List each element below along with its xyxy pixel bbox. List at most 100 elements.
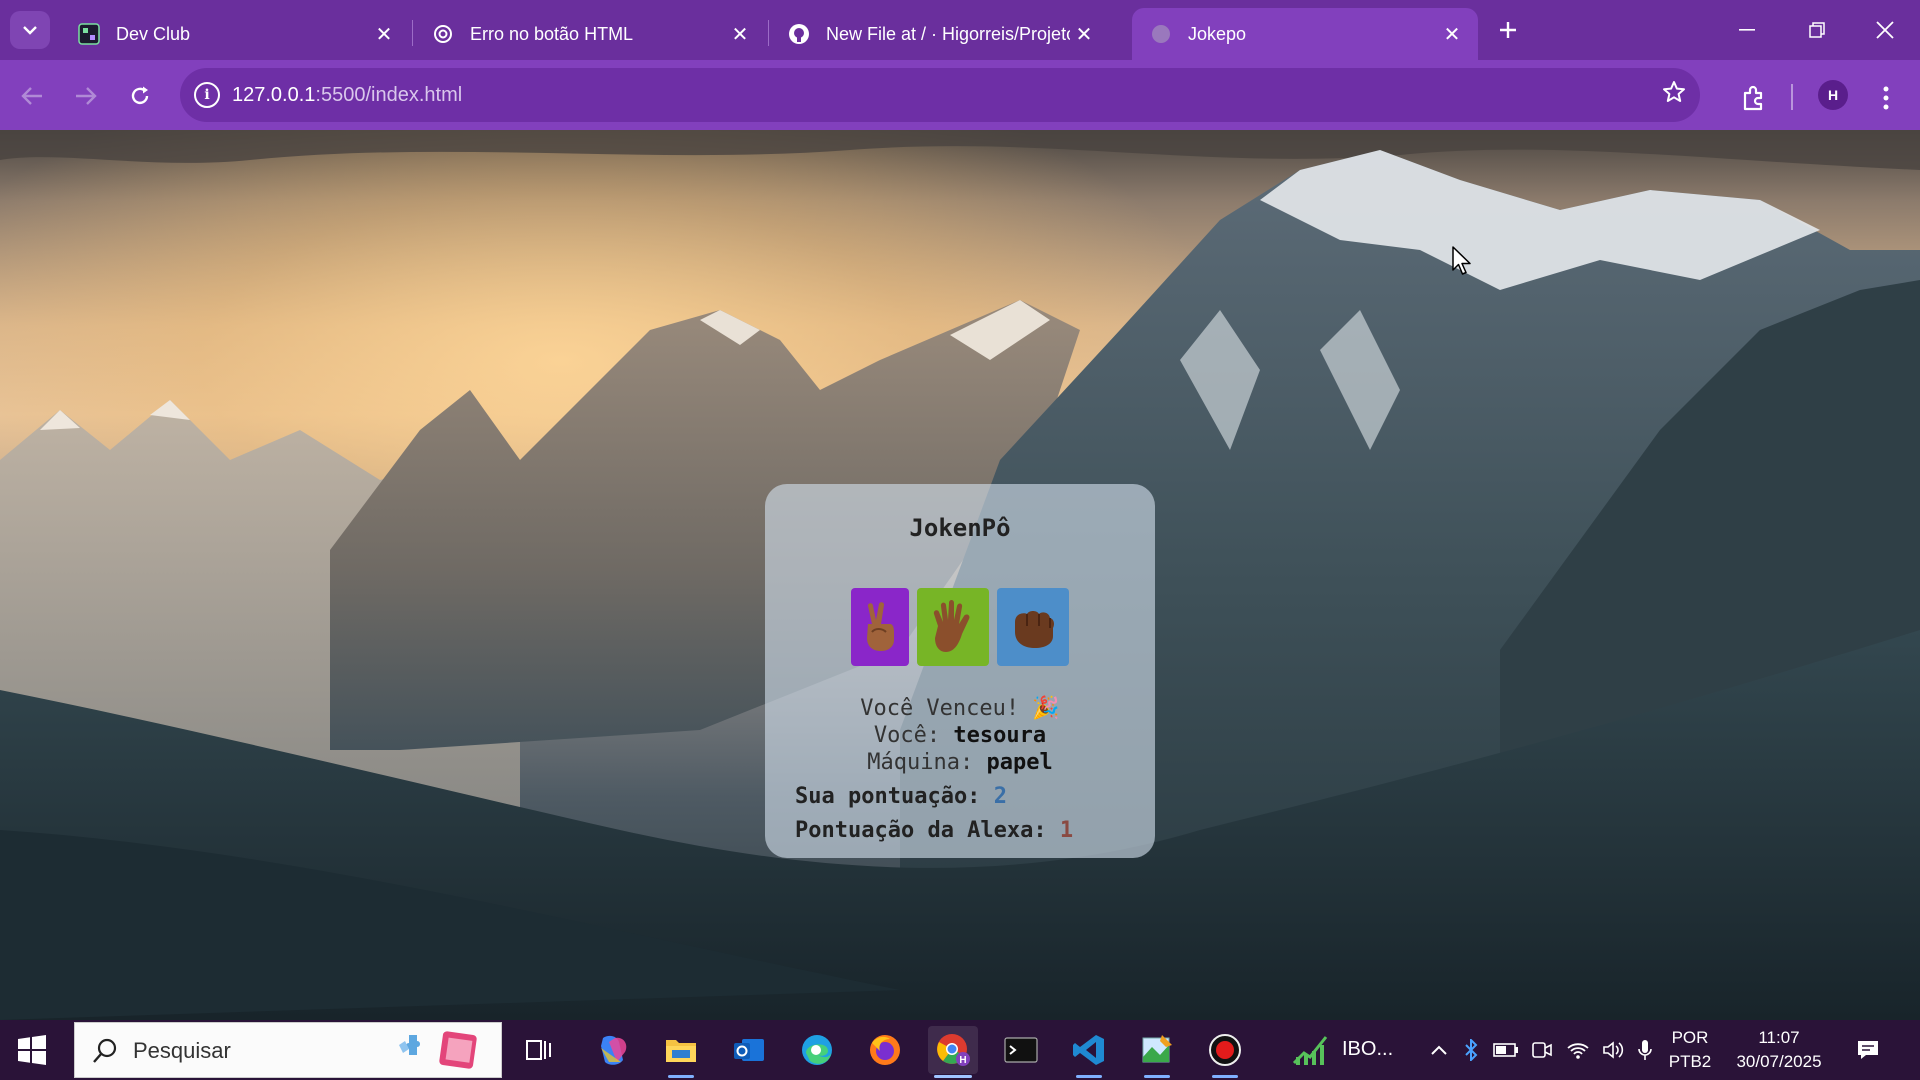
- victory-hand-icon: [867, 602, 894, 651]
- mouse-cursor-icon: [1452, 246, 1471, 275]
- paint-icon: [1142, 1035, 1172, 1063]
- bookmark-star-icon[interactable]: [1662, 80, 1686, 111]
- alexa-score-label: Pontuação da Alexa:: [795, 818, 1047, 843]
- start-button[interactable]: [14, 1032, 50, 1068]
- machine-choice-value: papel: [986, 750, 1053, 775]
- edge-icon: [802, 1035, 832, 1065]
- tab-title: Erro no botão HTML: [470, 23, 634, 44]
- volume-icon[interactable]: [1596, 1040, 1630, 1060]
- meet-now-icon[interactable]: [1524, 1040, 1560, 1060]
- player-score-line: Sua pontuação: 2: [795, 784, 1007, 809]
- edge-button[interactable]: [792, 1026, 842, 1074]
- language-code: POR: [1671, 1028, 1709, 1047]
- search-icon: [93, 1038, 117, 1063]
- restore-button[interactable]: [1782, 0, 1852, 60]
- terminal-icon: [1004, 1037, 1038, 1063]
- extensions-icon[interactable]: [1734, 78, 1774, 118]
- minimize-button[interactable]: [1712, 0, 1782, 60]
- taskbar-search-box[interactable]: Pesquisar: [74, 1022, 502, 1078]
- reload-button[interactable]: [120, 76, 160, 116]
- player-choice-label: Você:: [873, 723, 941, 748]
- running-indicator: [1212, 1075, 1238, 1078]
- stock-chart-icon: [1292, 1036, 1328, 1065]
- player-score-value: 2: [993, 784, 1007, 809]
- running-indicator: [1076, 1075, 1102, 1078]
- recorder-button[interactable]: [1200, 1026, 1250, 1078]
- scissors-button[interactable]: [851, 588, 909, 666]
- machine-choice-label: Máquina:: [867, 750, 974, 775]
- arrow-right-icon: [76, 87, 97, 105]
- bluetooth-icon[interactable]: [1454, 1039, 1488, 1061]
- outlook-button[interactable]: [724, 1026, 774, 1074]
- tab-title: New File at / · Higorreis/Projeto: [826, 23, 1070, 44]
- record-icon: [1209, 1034, 1241, 1066]
- page-viewport: JokenPô Você Venceu! 🎉 Você: tesoura Máq…: [0, 130, 1920, 1020]
- profile-avatar[interactable]: H: [1818, 80, 1848, 110]
- outlook-icon: [734, 1039, 764, 1061]
- toolbar-divider: [1791, 84, 1793, 110]
- reload-icon: [131, 86, 149, 105]
- close-tab-icon[interactable]: ✕: [1070, 20, 1098, 48]
- tab-search-button[interactable]: [10, 11, 50, 49]
- input-language-indicator[interactable]: POR PTB2: [1660, 1026, 1720, 1074]
- tab-jokepo[interactable]: Jokepo ✕: [1132, 8, 1478, 60]
- more-menu-icon[interactable]: [1866, 78, 1906, 118]
- task-view-button[interactable]: [514, 1026, 564, 1074]
- copilot-button[interactable]: [588, 1026, 638, 1074]
- firefox-button[interactable]: [860, 1026, 910, 1074]
- running-indicator: [1144, 1075, 1170, 1078]
- raised-hand-icon: [933, 600, 970, 652]
- close-tab-icon[interactable]: ✕: [726, 20, 754, 48]
- player-score-label: Sua pontuação:: [795, 784, 981, 809]
- vscode-icon: [1073, 1035, 1104, 1065]
- clock-time: 11:07: [1758, 1028, 1800, 1047]
- rock-button[interactable]: [997, 588, 1069, 666]
- openai-favicon-icon: [432, 23, 454, 45]
- terminal-button[interactable]: [996, 1026, 1046, 1074]
- game-title: JokenPô: [909, 514, 1011, 542]
- globe-favicon-icon: [1150, 23, 1172, 45]
- paint-app-button[interactable]: [1132, 1026, 1182, 1078]
- address-host: 127.0.0.1: [232, 83, 316, 106]
- site-info-icon[interactable]: i: [194, 82, 220, 108]
- browser-toolbar: i 127.0.0.1:5500/index.html H: [0, 60, 1920, 132]
- copilot-icon: [601, 1035, 627, 1065]
- address-bar[interactable]: i 127.0.0.1:5500/index.html: [180, 68, 1700, 122]
- close-tab-icon[interactable]: ✕: [1438, 20, 1466, 48]
- tab-separator: [412, 20, 413, 46]
- ibo-app-button[interactable]: [1286, 1026, 1336, 1074]
- choice-buttons: [765, 588, 1155, 666]
- file-explorer-button[interactable]: [656, 1026, 706, 1078]
- tab-erro-botao[interactable]: Erro no botão HTML ✕: [414, 8, 766, 60]
- forward-button[interactable]: [66, 76, 106, 116]
- ibo-app-label: IBO...: [1342, 1038, 1394, 1060]
- player-choice-value: tesoura: [953, 723, 1047, 748]
- close-window-button[interactable]: [1850, 0, 1920, 60]
- clock[interactable]: 11:07 30/07/2025: [1720, 1026, 1838, 1074]
- close-icon: [1876, 21, 1894, 39]
- back-button[interactable]: [12, 76, 52, 116]
- notifications-icon[interactable]: [1838, 1039, 1898, 1061]
- paper-button[interactable]: [917, 588, 989, 666]
- new-tab-button[interactable]: [1490, 12, 1526, 48]
- clock-date: 30/07/2025: [1736, 1052, 1822, 1071]
- tab-separator: [768, 20, 769, 46]
- show-hidden-icons-chevron-icon[interactable]: [1424, 1044, 1454, 1056]
- vscode-button[interactable]: [1064, 1026, 1114, 1078]
- screen: Dev Club ✕ Erro no botão HTML ✕ New File…: [0, 0, 1920, 1080]
- wifi-icon[interactable]: [1560, 1040, 1596, 1060]
- taskbar: Pesquisar H IBO... POR PTB2 11:07 30/07/…: [0, 1020, 1920, 1080]
- battery-icon[interactable]: [1488, 1043, 1524, 1057]
- chrome-button[interactable]: H: [928, 1026, 978, 1078]
- tab-dev-club[interactable]: Dev Club ✕: [60, 8, 410, 60]
- tab-github-new-file[interactable]: New File at / · Higorreis/Projeto ✕: [770, 8, 1110, 60]
- alexa-score-value: 1: [1059, 818, 1074, 843]
- keyboard-layout: PTB2: [1668, 1052, 1712, 1071]
- github-favicon-icon: [788, 23, 810, 45]
- restore-icon: [1809, 22, 1825, 38]
- windows-logo-icon: [18, 1035, 46, 1065]
- close-tab-icon[interactable]: ✕: [370, 20, 398, 48]
- dev-club-favicon-icon: [78, 23, 100, 45]
- microphone-icon[interactable]: [1630, 1039, 1660, 1061]
- address-url[interactable]: 127.0.0.1:5500/index.html: [232, 84, 462, 107]
